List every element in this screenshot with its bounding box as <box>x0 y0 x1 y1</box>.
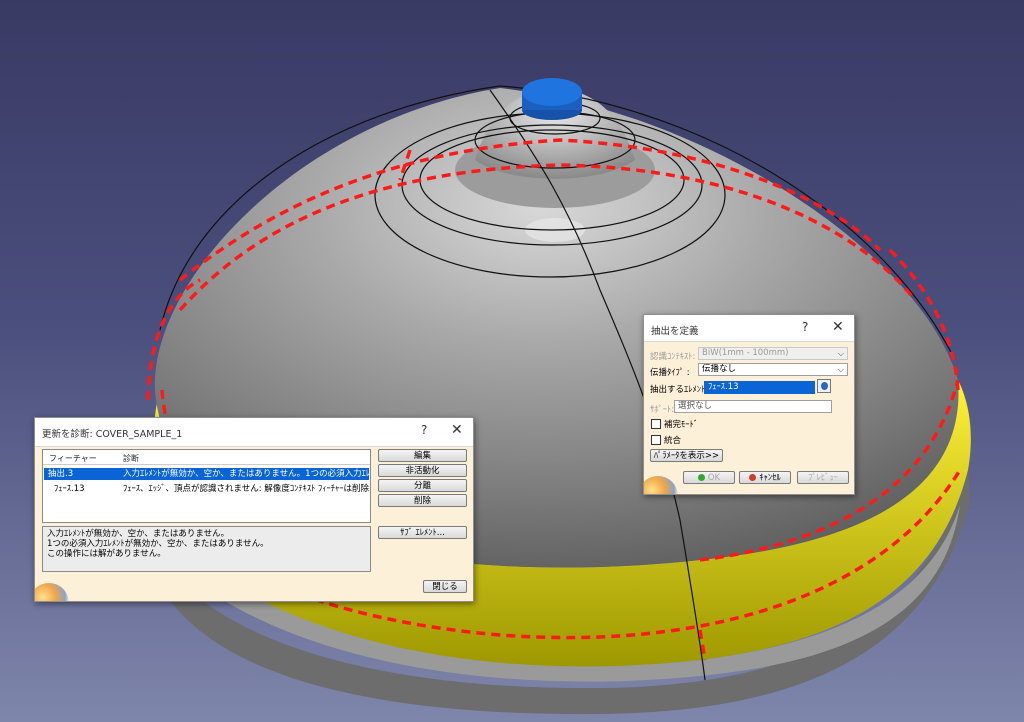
delete-button[interactable]: 削除 <box>378 494 467 507</box>
table-row[interactable]: ﾌｪｰｽ.13 ﾌｪｰｽ、ｴｯｼﾞ、頂点が認識されません: 解像度ｺﾝﾃｷｽﾄ … <box>44 483 369 495</box>
diagnosis-list[interactable]: フィーチャー 診断 抽出.3 入力ｴﾚﾒﾝﾄが無効か、空か、またはありません。1… <box>42 449 371 523</box>
message-line: この操作には解がありません。 <box>47 549 166 559</box>
define-extract-dialog: 抽出を定義 ? ✕ 認識ｺﾝﾃｷｽﾄ: BiW(1mm - 100mm) ⌵ 伝… <box>643 314 855 495</box>
propagation-label: 伝播ﾀｲﾌﾟ : <box>650 368 690 378</box>
element-label: 抽出するｴﾚﾒﾝﾄ: <box>650 385 709 395</box>
complement-mode-label: 補完ﾓｰﾄﾞ <box>664 420 699 430</box>
chevron-down-icon[interactable]: ⌵ <box>838 364 844 375</box>
context-dropdown: BiW(1mm - 100mm) ⌵ <box>698 347 848 360</box>
row-diagnosis: 入力ｴﾚﾒﾝﾄが無効か、空か、またはありません。1つの必須入力ｴﾚﾒﾝﾄ... <box>123 469 369 479</box>
catia-logo-icon <box>35 579 69 601</box>
table-row[interactable]: 抽出.3 入力ｴﾚﾒﾝﾄが無効か、空か、またはありません。1つの必須入力ｴﾚﾒﾝ… <box>44 468 369 480</box>
element-field[interactable]: ﾌｪｰｽ.13 <box>704 381 815 394</box>
blue-cylinder-top <box>522 78 582 106</box>
preview-button[interactable]: ﾌﾟﾚﾋﾞｭｰ <box>797 471 849 484</box>
column-header-diagnosis[interactable]: 診断 <box>123 453 139 464</box>
row-feature: 抽出.3 <box>48 469 74 479</box>
sub-elements-button[interactable]: ｻﾌﾞ ｴﾚﾒﾝﾄ... <box>378 526 467 539</box>
cancel-dot-icon <box>749 474 757 481</box>
help-icon[interactable]: ? <box>802 320 808 334</box>
cancel-button[interactable]: ｷｬﾝｾﾙ <box>739 471 791 484</box>
3d-viewport[interactable] <box>0 0 1024 722</box>
show-parameters-button[interactable]: ﾊﾟﾗﾒｰﾀを表示>> <box>650 449 723 462</box>
close-button[interactable]: 閉じる <box>423 580 467 593</box>
propagation-dropdown[interactable]: 伝播なし ⌵ <box>698 363 848 376</box>
chevron-down-icon: ⌵ <box>837 349 844 358</box>
close-icon[interactable]: ✕ <box>832 319 844 335</box>
propagation-value: 伝播なし <box>702 364 737 374</box>
selection-tool-icon[interactable] <box>817 379 831 393</box>
edit-button[interactable]: 編集 <box>378 449 467 462</box>
message-line: 入力ｴﾚﾒﾝﾄが無効か、空か、またはありません。 <box>47 529 230 539</box>
row-feature: ﾌｪｰｽ.13 <box>54 484 85 494</box>
extract-dialog-title: 抽出を定義 <box>651 326 699 337</box>
federation-label: 統合 <box>664 436 682 446</box>
support-label: ｻﾎﾟｰﾄ: <box>650 405 675 415</box>
extract-dialog-titlebar[interactable]: 抽出を定義 ? ✕ <box>644 315 854 342</box>
ok-dot-icon <box>697 474 705 481</box>
ok-label: OK <box>707 473 721 483</box>
diagnose-dialog-title: 更新を診断: COVER_SAMPLE_1 <box>42 429 183 440</box>
help-icon[interactable]: ? <box>421 423 427 437</box>
isolate-button[interactable]: 分離 <box>378 479 467 492</box>
close-icon[interactable]: ✕ <box>451 422 463 438</box>
support-field[interactable]: 選択なし <box>674 400 832 413</box>
diagnosis-message-box: 入力ｴﾚﾒﾝﾄが無効か、空か、またはありません。 1つの必須入力ｴﾚﾒﾝﾄが無効… <box>42 526 371 572</box>
message-line: 1つの必須入力ｴﾚﾒﾝﾄが無効か、空か、またはありません。 <box>47 539 269 549</box>
row-diagnosis: ﾌｪｰｽ、ｴｯｼﾞ、頂点が認識されません: 解像度ｺﾝﾃｷｽﾄ ﾌｨｰﾁｬｰは削… <box>123 484 369 494</box>
diagnose-update-dialog: 更新を診断: COVER_SAMPLE_1 ? ✕ フィーチャー 診断 抽出.3… <box>34 417 474 602</box>
context-label: 認識ｺﾝﾃｷｽﾄ: <box>650 352 696 362</box>
complement-mode-checkbox[interactable] <box>651 419 661 429</box>
deactivate-button[interactable]: 非活動化 <box>378 464 467 477</box>
catia-logo-icon <box>644 472 678 494</box>
federation-checkbox[interactable] <box>651 435 661 445</box>
column-header-feature[interactable]: フィーチャー <box>49 453 97 464</box>
support-value: 選択なし <box>678 401 713 411</box>
diagnose-dialog-titlebar[interactable]: 更新を診断: COVER_SAMPLE_1 ? ✕ <box>35 418 473 447</box>
context-value: BiW(1mm - 100mm) <box>702 348 789 358</box>
cancel-label: ｷｬﾝｾﾙ <box>759 473 781 483</box>
ok-button[interactable]: OK <box>683 471 735 484</box>
